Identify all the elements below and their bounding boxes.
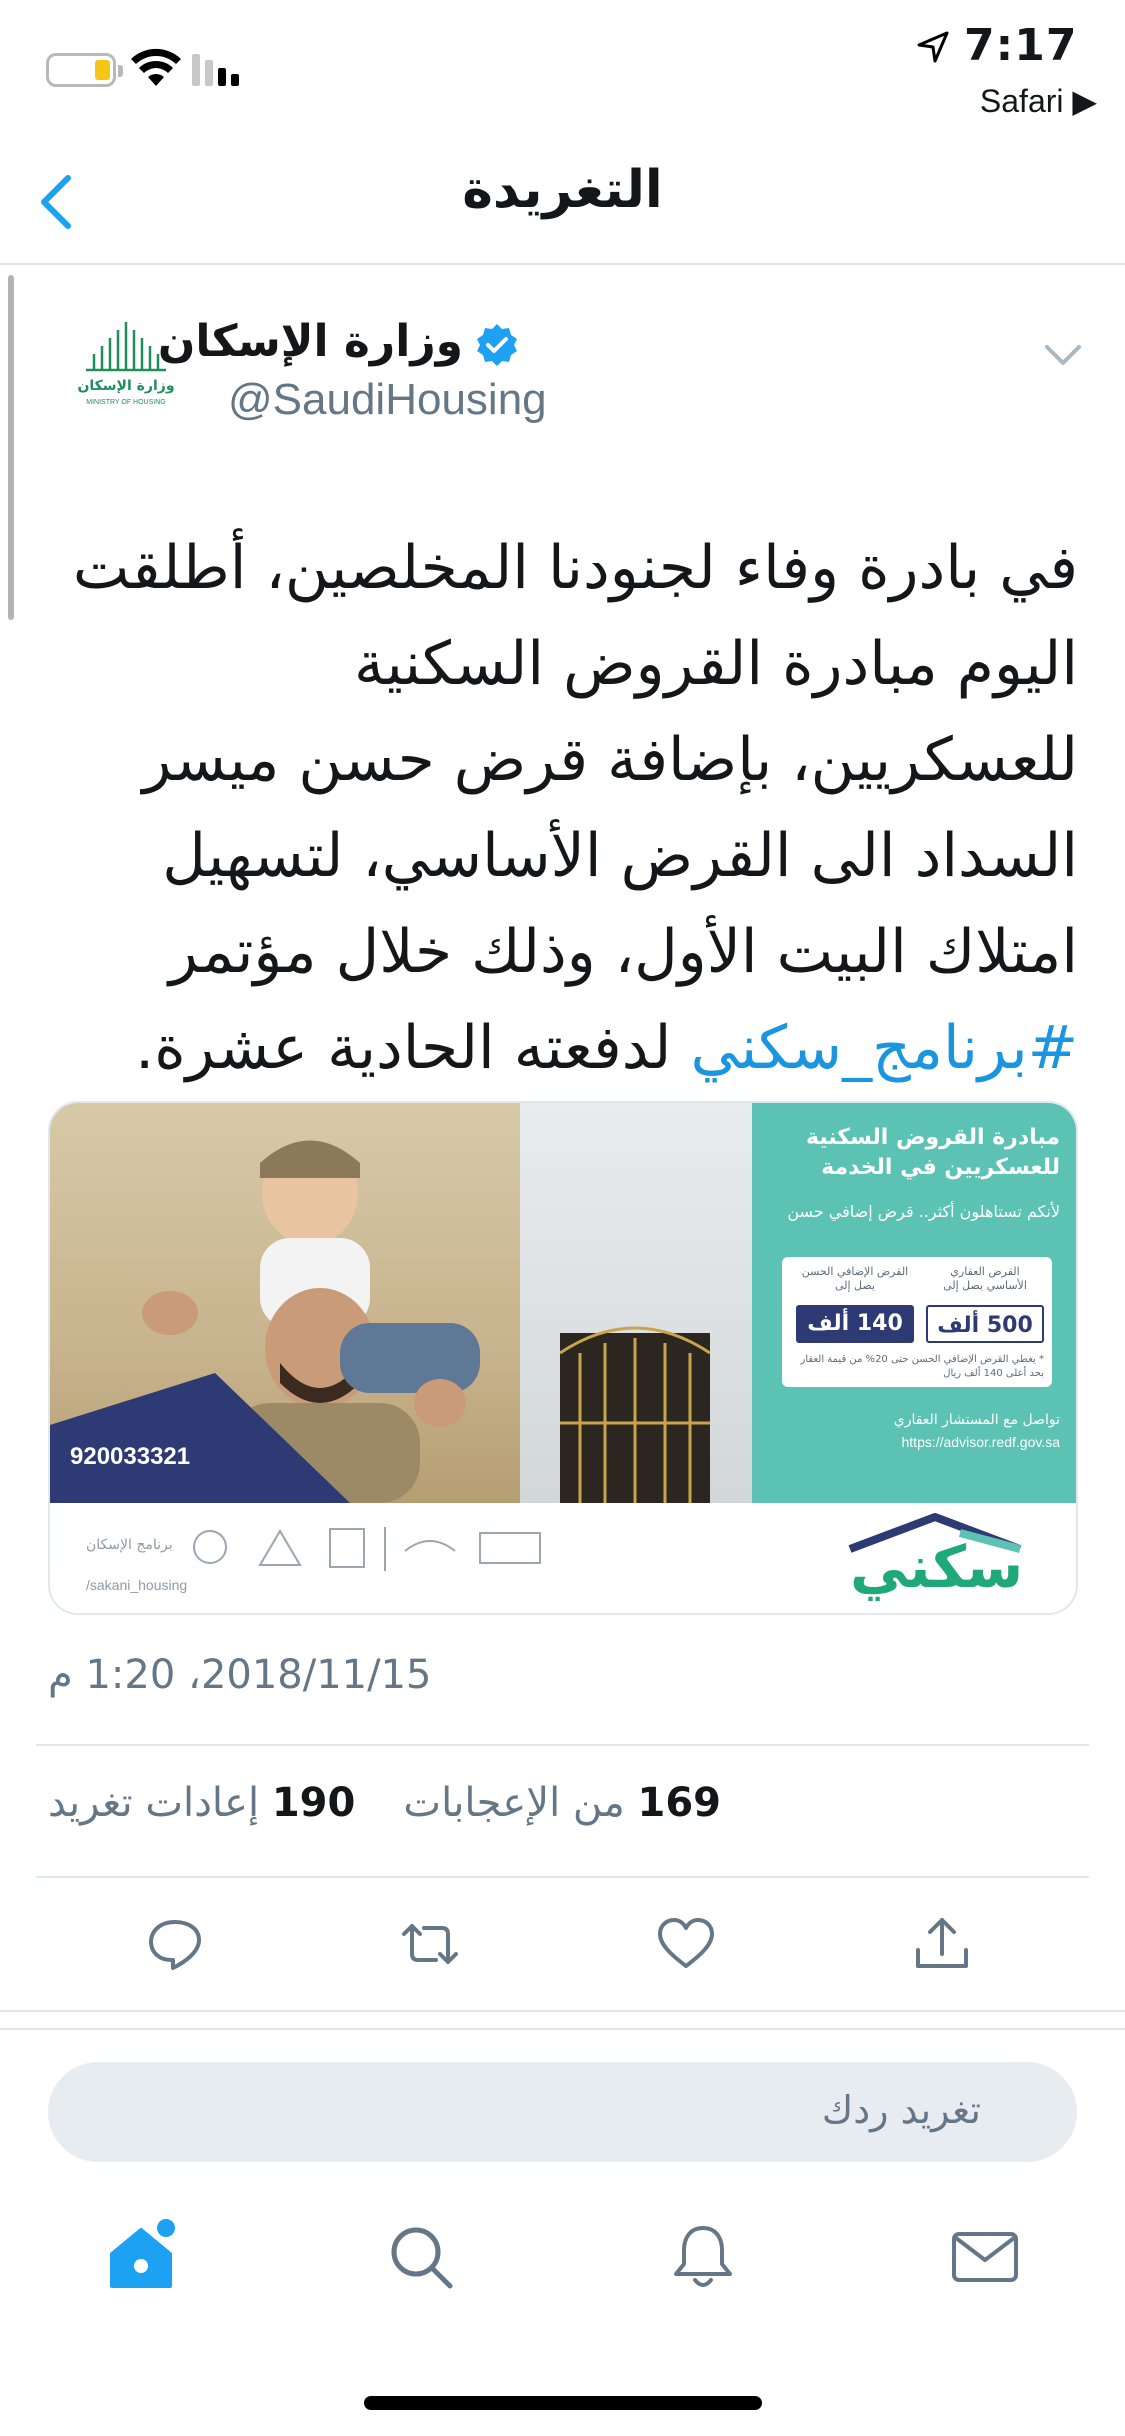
search-icon[interactable] [384, 2220, 458, 2294]
share-icon[interactable] [912, 1914, 972, 1974]
sakani-brand-text: سكني [850, 1533, 1024, 1601]
page-title: التغريدة [462, 160, 663, 220]
info-panel: مبادرة القروض السكنية للعسكريين في الخدم… [752, 1103, 1076, 1503]
loan-a-value: 500 ألف [926, 1305, 1044, 1343]
tweet-text-end: لدفعته الحادية عشرة. [135, 1013, 691, 1083]
image-footer: برنامج الإسكان /sakani_housing سكني [50, 1503, 1076, 1613]
battery-icon [46, 53, 123, 87]
mail-icon[interactable] [948, 2220, 1022, 2294]
bell-icon[interactable] [666, 2220, 740, 2294]
location-arrow-icon [917, 31, 949, 63]
wifi-icon [131, 48, 181, 86]
reply-placeholder: تغريد ردك [821, 2088, 981, 2132]
hashtag-link[interactable]: #برنامج_سكني [691, 1013, 1078, 1083]
tweet-timestamp: 2018/11/15، 1:20 م [48, 1652, 432, 1698]
navigation-bar: التغريدة [0, 130, 1125, 265]
divider [36, 1744, 1089, 1746]
retweets-stat[interactable]: 190 إعادات تغريد [48, 1780, 355, 1826]
loan-a-label: القرض العقاري الأساسي يصل إلى [943, 1265, 1027, 1292]
contact-label: تواصل مع المستشار العقاري [893, 1412, 1060, 1428]
status-bar: 7:17 Safari ▶ [0, 0, 1125, 130]
divider [36, 1876, 1089, 1878]
contact-url: https://advisor.redf.gov.sa [901, 1434, 1061, 1450]
panel-contact: تواصل مع المستشار العقاري https://adviso… [770, 1409, 1060, 1453]
partner-logos [193, 1527, 541, 1571]
reply-icon[interactable] [145, 1914, 205, 1974]
chevron-down-icon[interactable] [1043, 343, 1083, 369]
author-name[interactable]: وزارة الإسكان [158, 316, 463, 367]
loan-note: * يغطي القرض الإضافي الحسن حتى 20% من قي… [800, 1354, 1044, 1379]
photo-area: 920033321 [50, 1103, 752, 1503]
cellular-signal-icon [192, 54, 239, 86]
tweet-text: في بادرة وفاء لجنودنا المخلصين، أطلقت ال… [70, 520, 1078, 1096]
tweet-image[interactable]: 920033321 مبادرة القروض السكنية للعسكريي… [48, 1101, 1078, 1615]
avatar-label: وزارة الإسكان [77, 378, 174, 394]
gate-illustration [559, 1326, 711, 1503]
program-label: برنامج الإسكان [86, 1537, 173, 1553]
author-handle[interactable]: @SaudiHousing [228, 375, 547, 425]
home-indicator [364, 2396, 762, 2410]
retweet-icon[interactable] [400, 1914, 460, 1974]
reply-input[interactable]: تغريد ردك [48, 2062, 1077, 2162]
panel-title: مبادرة القروض السكنية للعسكريين في الخدم… [806, 1125, 1060, 1180]
heart-icon[interactable] [656, 1914, 716, 1974]
tweet-text-main: في بادرة وفاء لجنودنا المخلصين، أطلقت ال… [72, 533, 1078, 987]
section-separator [0, 2010, 1125, 2030]
back-to-safari[interactable]: Safari ▶ [980, 82, 1097, 120]
phone-number: 920033321 [70, 1443, 191, 1470]
social-handle: /sakani_housing [86, 1577, 188, 1593]
avatar-sublabel: MINISTRY OF HOUSING [86, 399, 165, 406]
scroll-indicator [8, 275, 14, 620]
likes-count: 169 [637, 1780, 722, 1826]
likes-label: من الإعجابات [403, 1780, 625, 1826]
retweets-count: 190 [271, 1780, 356, 1826]
new-content-dot [157, 2219, 175, 2237]
loan-values-box: القرض العقاري الأساسي يصل إلى القرض الإض… [782, 1257, 1052, 1387]
status-time: 7:17 [964, 20, 1078, 71]
retweets-label: إعادات تغريد [48, 1780, 260, 1826]
loan-b-value: 140 ألف [796, 1305, 914, 1343]
tweet-actions [0, 1900, 1125, 1980]
likes-stat[interactable]: 169 من الإعجابات [403, 1780, 721, 1826]
verified-badge-icon [477, 324, 517, 366]
panel-subtitle: لأنكم تستاهلون أكثر.. قرض إضافي حسن [787, 1202, 1060, 1221]
loan-b-label: القرض الإضافي الحسن يصل إلى [801, 1265, 909, 1292]
